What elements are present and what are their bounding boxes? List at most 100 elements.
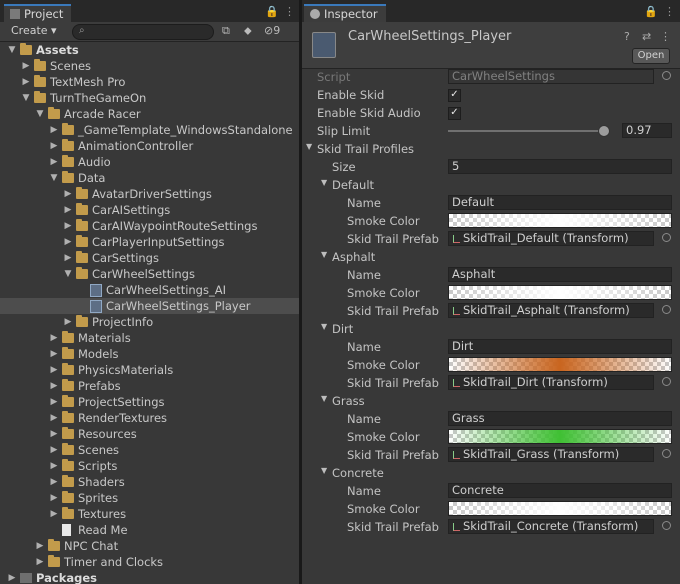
collapsed-arrow-icon[interactable]: ▶	[48, 410, 60, 426]
skid-trail-prefab-field[interactable]: SkidTrail_Grass (Transform)	[448, 447, 654, 462]
skid-trail-prefab-field[interactable]: SkidTrail_Dirt (Transform)	[448, 375, 654, 390]
filter-label-icon[interactable]: ⬥	[244, 24, 252, 38]
collapsed-arrow-icon[interactable]: ▶	[48, 346, 60, 362]
lock-icon[interactable]: 🔒	[644, 5, 658, 18]
tree-row[interactable]: ▶ Resources	[0, 426, 299, 442]
profile-foldout[interactable]: ▼ Concrete	[302, 464, 680, 482]
slip-limit-slider-handle[interactable]	[598, 125, 611, 137]
create-button[interactable]: Create ▾	[6, 24, 62, 39]
collapsed-arrow-icon[interactable]: ▶	[34, 538, 46, 554]
filter-type-icon[interactable]: ⧉	[222, 24, 230, 38]
expanded-arrow-icon[interactable]: ▼	[48, 170, 60, 186]
collapsed-arrow-icon[interactable]: ▶	[62, 250, 74, 266]
tree-row[interactable]: ▶ Materials	[0, 330, 299, 346]
smoke-color-gradient[interactable]	[448, 501, 672, 516]
profile-foldout[interactable]: ▼ Asphalt	[302, 248, 680, 266]
inspector-tab[interactable]: Inspector	[304, 4, 386, 22]
help-icon[interactable]: ?	[624, 30, 630, 43]
tree-row[interactable]: ▶ _GameTemplate_WindowsStandalone	[0, 122, 299, 138]
expanded-arrow-icon[interactable]: ▼	[321, 394, 327, 403]
tree-row[interactable]: ▶ CarPlayerInputSettings	[0, 234, 299, 250]
collapsed-arrow-icon[interactable]: ▶	[48, 474, 60, 490]
tree-row[interactable]: ▶ Models	[0, 346, 299, 362]
profile-name-input[interactable]: Default	[448, 195, 672, 210]
tree-row[interactable]: ▶ CarSettings	[0, 250, 299, 266]
tree-row[interactable]: ▼ Assets	[0, 42, 299, 58]
collapsed-arrow-icon[interactable]: ▶	[48, 122, 60, 138]
tree-row[interactable]: ▶ AvatarDriverSettings	[0, 186, 299, 202]
object-picker-icon[interactable]	[662, 377, 671, 386]
expanded-arrow-icon[interactable]: ▼	[34, 106, 46, 122]
collapsed-arrow-icon[interactable]: ▶	[48, 458, 60, 474]
object-picker-icon[interactable]	[662, 305, 671, 314]
skid-trail-prefab-field[interactable]: SkidTrail_Asphalt (Transform)	[448, 303, 654, 318]
slip-limit-input[interactable]: 0.97	[622, 123, 672, 138]
tree-row[interactable]: ▼ TurnTheGameOn	[0, 90, 299, 106]
collapsed-arrow-icon[interactable]: ▶	[34, 554, 46, 570]
profile-name-input[interactable]: Grass	[448, 411, 672, 426]
project-tab[interactable]: Project	[4, 4, 72, 22]
tree-row[interactable]: ▶ TextMesh Pro	[0, 74, 299, 90]
expanded-arrow-icon[interactable]: ▼	[321, 178, 327, 187]
collapsed-arrow-icon[interactable]: ▶	[20, 74, 32, 90]
tree-row[interactable]: ▼ CarWheelSettings	[0, 266, 299, 282]
tree-row[interactable]: ▶ CarAISettings	[0, 202, 299, 218]
tree-row[interactable]: ▶ NPC Chat	[0, 538, 299, 554]
tree-row[interactable]: ▼ Arcade Racer	[0, 106, 299, 122]
tree-row[interactable]: ▶ Scripts	[0, 458, 299, 474]
open-button[interactable]: Open	[632, 48, 670, 64]
hidden-packages-icon[interactable]: ⊘9	[264, 24, 280, 37]
collapsed-arrow-icon[interactable]: ▶	[48, 394, 60, 410]
lock-icon[interactable]: 🔒	[265, 5, 279, 18]
expanded-arrow-icon[interactable]: ▼	[62, 266, 74, 282]
expanded-arrow-icon[interactable]: ▼	[321, 322, 327, 331]
profile-foldout[interactable]: ▼ Dirt	[302, 320, 680, 338]
expanded-arrow-icon[interactable]: ▼	[321, 250, 327, 259]
profile-foldout[interactable]: ▼ Grass	[302, 392, 680, 410]
skid-trail-prefab-field[interactable]: SkidTrail_Default (Transform)	[448, 231, 654, 246]
tree-row[interactable]: ▶ ProjectInfo	[0, 314, 299, 330]
collapsed-arrow-icon[interactable]: ▶	[48, 154, 60, 170]
tree-row[interactable]: ▶ AnimationController	[0, 138, 299, 154]
smoke-color-gradient[interactable]	[448, 285, 672, 300]
menu-icon[interactable]: ⋮	[284, 5, 295, 18]
preset-icon[interactable]: ⇄	[642, 30, 651, 43]
object-picker-icon[interactable]	[662, 233, 671, 242]
profile-foldout[interactable]: ▼ Default	[302, 176, 680, 194]
profile-name-input[interactable]: Dirt	[448, 339, 672, 354]
smoke-color-gradient[interactable]	[448, 213, 672, 228]
menu-icon[interactable]: ⋮	[664, 5, 675, 18]
collapsed-arrow-icon[interactable]: ▶	[48, 362, 60, 378]
collapsed-arrow-icon[interactable]: ▶	[62, 314, 74, 330]
collapsed-arrow-icon[interactable]: ▶	[6, 570, 18, 584]
tree-row[interactable]: ▶ Scenes	[0, 442, 299, 458]
expanded-arrow-icon[interactable]: ▼	[306, 142, 312, 151]
search-input[interactable]: ⌕	[72, 24, 214, 40]
collapsed-arrow-icon[interactable]: ▶	[48, 442, 60, 458]
smoke-color-gradient[interactable]	[448, 357, 672, 372]
expanded-arrow-icon[interactable]: ▼	[321, 466, 327, 475]
tree-row[interactable]: ▶ ProjectSettings	[0, 394, 299, 410]
tree-row[interactable]: Read Me	[0, 522, 299, 538]
skid-trail-prefab-field[interactable]: SkidTrail_Concrete (Transform)	[448, 519, 654, 534]
collapsed-arrow-icon[interactable]: ▶	[62, 202, 74, 218]
tree-row[interactable]: ▼ Data	[0, 170, 299, 186]
collapsed-arrow-icon[interactable]: ▶	[62, 186, 74, 202]
tree-row[interactable]: ▶ Sprites	[0, 490, 299, 506]
expanded-arrow-icon[interactable]: ▼	[20, 90, 32, 106]
tree-row[interactable]: ▶ Prefabs	[0, 378, 299, 394]
collapsed-arrow-icon[interactable]: ▶	[48, 330, 60, 346]
enable-skid-checkbox[interactable]: ✓	[448, 89, 461, 102]
collapsed-arrow-icon[interactable]: ▶	[48, 138, 60, 154]
collapsed-arrow-icon[interactable]: ▶	[48, 490, 60, 506]
expanded-arrow-icon[interactable]: ▼	[6, 42, 18, 58]
object-picker-icon[interactable]	[662, 521, 671, 530]
tree-row[interactable]: ▶ Scenes	[0, 58, 299, 74]
tree-row[interactable]: ▶ Packages	[0, 570, 299, 584]
collapsed-arrow-icon[interactable]: ▶	[62, 234, 74, 250]
tree-row[interactable]: ▶ Shaders	[0, 474, 299, 490]
skid-trail-profiles-foldout[interactable]: ▼ Skid Trail Profiles	[302, 140, 680, 158]
smoke-color-gradient[interactable]	[448, 429, 672, 444]
tree-row[interactable]: ▶ RenderTextures	[0, 410, 299, 426]
tree-row[interactable]: ▶ Timer and Clocks	[0, 554, 299, 570]
